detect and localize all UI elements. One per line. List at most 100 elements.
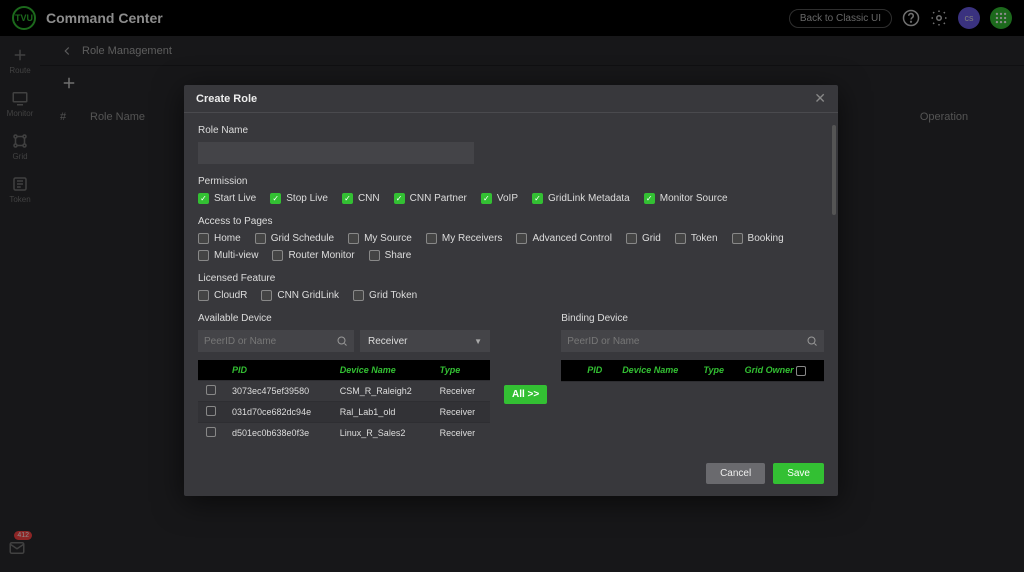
access-checks: Home Grid Schedule My Source My Receivers Ad… bbox=[198, 233, 824, 261]
available-device-col: Available Device Receiver ▼ PID bbox=[198, 313, 490, 443]
table-row[interactable]: d501ec0b638e0f3eLinux_R_Sales2Receiver bbox=[198, 423, 490, 444]
modal-header: Create Role ✕ bbox=[184, 85, 838, 113]
permission-item: Start Live bbox=[198, 193, 256, 204]
modal-title: Create Role bbox=[196, 93, 257, 105]
permission-item: Stop Live bbox=[270, 193, 328, 204]
access-page-item: My Source bbox=[348, 233, 412, 244]
access-page-label: Share bbox=[385, 250, 412, 261]
access-page-checkbox[interactable] bbox=[675, 233, 686, 244]
available-search-input[interactable] bbox=[204, 336, 336, 347]
access-page-checkbox[interactable] bbox=[348, 233, 359, 244]
permission-label: Start Live bbox=[214, 193, 256, 204]
licensed-feature-item: CNN GridLink bbox=[261, 290, 339, 301]
licensed-feature-item: Grid Token bbox=[353, 290, 417, 301]
scrollbar[interactable] bbox=[832, 125, 836, 215]
access-page-label: Grid bbox=[642, 233, 661, 244]
transfer-button-col: All >> bbox=[504, 313, 547, 404]
access-page-label: My Receivers bbox=[442, 233, 503, 244]
permission-checkbox[interactable] bbox=[644, 193, 655, 204]
permission-label: Stop Live bbox=[286, 193, 328, 204]
permission-item: CNN Partner bbox=[394, 193, 467, 204]
access-page-label: Token bbox=[691, 233, 718, 244]
device-columns: Available Device Receiver ▼ PID bbox=[198, 313, 824, 443]
access-page-checkbox[interactable] bbox=[198, 233, 209, 244]
binding-search bbox=[561, 330, 824, 352]
modal-footer: Cancel Save bbox=[184, 453, 838, 496]
access-page-label: Multi-view bbox=[214, 250, 258, 261]
licensed-feature-checkbox[interactable] bbox=[353, 290, 364, 301]
permission-item: GridLink Metadata bbox=[532, 193, 630, 204]
chevron-down-icon: ▼ bbox=[474, 337, 482, 346]
binding-search-input[interactable] bbox=[567, 336, 806, 347]
row-checkbox[interactable] bbox=[206, 406, 216, 416]
col-device-name: Device Name bbox=[332, 360, 432, 381]
access-page-label: Grid Schedule bbox=[271, 233, 334, 244]
col-device-name: Device Name bbox=[614, 360, 695, 381]
cancel-button[interactable]: Cancel bbox=[706, 463, 765, 484]
available-label: Available Device bbox=[198, 313, 490, 324]
access-page-label: Advanced Control bbox=[532, 233, 612, 244]
col-type: Type bbox=[432, 360, 490, 381]
permission-label: CNN Partner bbox=[410, 193, 467, 204]
licensed-feature-checkbox[interactable] bbox=[198, 290, 209, 301]
col-grid-owner: Grid Owner bbox=[737, 360, 824, 381]
cell-pid: d501ec0b638e0f3e bbox=[224, 423, 332, 444]
role-name-input[interactable] bbox=[198, 142, 474, 164]
all-button[interactable]: All >> bbox=[504, 385, 547, 404]
grid-owner-header-check[interactable] bbox=[796, 366, 806, 376]
access-page-item: Router Monitor bbox=[272, 250, 354, 261]
access-page-label: Home bbox=[214, 233, 241, 244]
available-device-table: PID Device Name Type 3073ec475ef39580CSM… bbox=[198, 360, 490, 443]
save-button[interactable]: Save bbox=[773, 463, 824, 484]
binding-device-table: PID Device Name Type Grid Owner bbox=[561, 360, 824, 443]
permission-item: Monitor Source bbox=[644, 193, 728, 204]
permission-checkbox[interactable] bbox=[198, 193, 209, 204]
access-page-checkbox[interactable] bbox=[255, 233, 266, 244]
access-page-item: My Receivers bbox=[426, 233, 503, 244]
role-name-label: Role Name bbox=[198, 125, 824, 136]
col-pid: PID bbox=[579, 360, 614, 381]
access-page-item: Share bbox=[369, 250, 412, 261]
permission-checkbox[interactable] bbox=[342, 193, 353, 204]
access-page-checkbox[interactable] bbox=[369, 250, 380, 261]
access-page-item: Token bbox=[675, 233, 718, 244]
row-checkbox[interactable] bbox=[206, 427, 216, 437]
permission-checkbox[interactable] bbox=[481, 193, 492, 204]
cell-pid: 3073ec475ef39580 bbox=[224, 381, 332, 402]
access-page-item: Home bbox=[198, 233, 241, 244]
cell-type: Receiver bbox=[432, 381, 490, 402]
access-page-checkbox[interactable] bbox=[426, 233, 437, 244]
licensed-feature-label: CNN GridLink bbox=[277, 290, 339, 301]
cell-name: CSM_R_Raleigh2 bbox=[332, 381, 432, 402]
permission-checkbox[interactable] bbox=[394, 193, 405, 204]
close-icon[interactable]: ✕ bbox=[814, 90, 826, 107]
access-page-item: Grid bbox=[626, 233, 661, 244]
create-role-modal: Create Role ✕ Role Name Permission Start… bbox=[184, 85, 838, 496]
binding-label: Binding Device bbox=[561, 313, 824, 324]
access-page-checkbox[interactable] bbox=[198, 250, 209, 261]
cell-pid: 031d70ce682dc94e bbox=[224, 402, 332, 423]
licensed-feature-checkbox[interactable] bbox=[261, 290, 272, 301]
row-checkbox[interactable] bbox=[206, 385, 216, 395]
licensed-feature-item: CloudR bbox=[198, 290, 247, 301]
search-icon[interactable] bbox=[806, 335, 818, 347]
access-page-checkbox[interactable] bbox=[272, 250, 283, 261]
col-type: Type bbox=[695, 360, 736, 381]
access-page-checkbox[interactable] bbox=[516, 233, 527, 244]
access-page-item: Multi-view bbox=[198, 250, 258, 261]
modal-body: Role Name Permission Start Live Stop Live… bbox=[184, 113, 838, 453]
permission-checks: Start LiveStop LiveCNNCNN PartnerVoIPGri… bbox=[198, 193, 824, 204]
table-row[interactable]: 3073ec475ef39580CSM_R_Raleigh2Receiver bbox=[198, 381, 490, 402]
permission-label: Permission bbox=[198, 176, 824, 187]
search-icon[interactable] bbox=[336, 335, 348, 347]
permission-checkbox[interactable] bbox=[532, 193, 543, 204]
permission-checkbox[interactable] bbox=[270, 193, 281, 204]
col-pid: PID bbox=[224, 360, 332, 381]
access-page-checkbox[interactable] bbox=[626, 233, 637, 244]
table-row[interactable]: 031d70ce682dc94eRal_Lab1_oldReceiver bbox=[198, 402, 490, 423]
licensed-checks: CloudR CNN GridLink Grid Token bbox=[198, 290, 824, 301]
access-page-checkbox[interactable] bbox=[732, 233, 743, 244]
access-page-item: Grid Schedule bbox=[255, 233, 334, 244]
type-select[interactable]: Receiver ▼ bbox=[360, 330, 490, 352]
licensed-label: Licensed Feature bbox=[198, 273, 824, 284]
